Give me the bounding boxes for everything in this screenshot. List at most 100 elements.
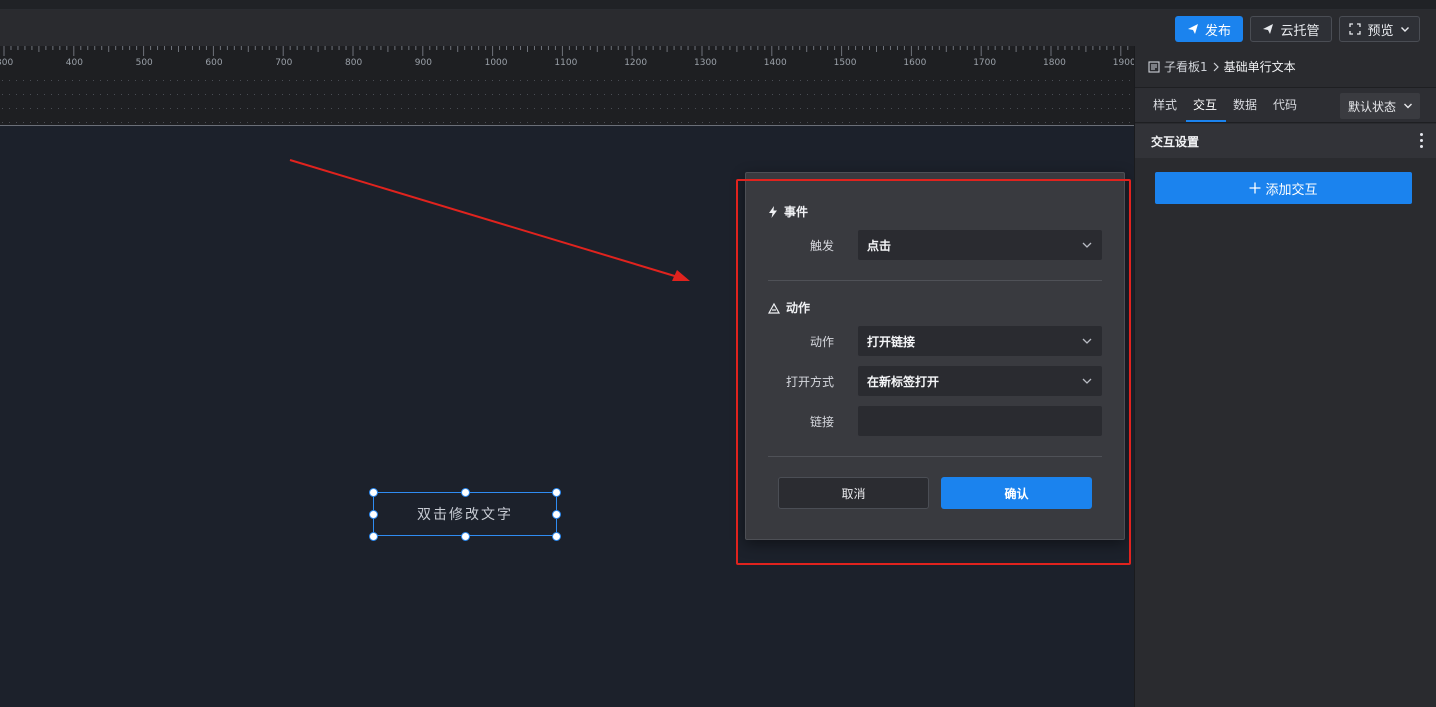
- state-select[interactable]: 默认状态: [1340, 93, 1420, 119]
- lightning-icon: [769, 205, 777, 218]
- ruler-dot: [919, 94, 920, 95]
- ruler-dot: [793, 80, 794, 81]
- tab-code[interactable]: 代码: [1273, 96, 1297, 113]
- ruler-dot: [492, 108, 493, 109]
- resize-handle-sw[interactable]: [369, 532, 378, 541]
- ruler-dot: [863, 80, 864, 81]
- resize-handle-s[interactable]: [461, 532, 470, 541]
- ruler-dot: [884, 80, 885, 81]
- ruler-dot: [828, 122, 829, 123]
- ruler-dot: [16, 80, 17, 81]
- ruler-dot: [37, 94, 38, 95]
- ruler-dot: [800, 80, 801, 81]
- action-select[interactable]: 打开链接: [858, 326, 1102, 356]
- ruler-dot: [198, 94, 199, 95]
- ruler-dot: [408, 94, 409, 95]
- interaction-settings-header: 交互设置: [1135, 124, 1436, 158]
- resize-handle-e[interactable]: [552, 510, 561, 519]
- ruler-dot: [1045, 108, 1046, 109]
- resize-handle-w[interactable]: [369, 510, 378, 519]
- ruler-dot: [16, 122, 17, 123]
- ruler-dot: [583, 108, 584, 109]
- ruler-dot: [786, 80, 787, 81]
- publish-button[interactable]: 发布: [1175, 16, 1243, 42]
- ruler-dot: [555, 94, 556, 95]
- ruler-dot: [968, 108, 969, 109]
- ruler-dot: [947, 94, 948, 95]
- trigger-select[interactable]: 点击: [858, 230, 1102, 260]
- breadcrumb-current: 基础单行文本: [1223, 60, 1296, 74]
- resize-handle-se[interactable]: [552, 532, 561, 541]
- tab-interaction[interactable]: 交互: [1193, 96, 1217, 113]
- ruler-dot: [870, 80, 871, 81]
- confirm-button[interactable]: 确认: [941, 477, 1092, 509]
- horizontal-ruler[interactable]: 300 400 500 600 700 800 900 1000 1100 1200 1300 140…: [0, 46, 1134, 126]
- ruler-dot: [268, 94, 269, 95]
- cancel-button[interactable]: 取消: [778, 477, 929, 509]
- ruler-dot: [121, 122, 122, 123]
- ruler-dot: [303, 94, 304, 95]
- link-input[interactable]: [858, 406, 1102, 436]
- breadcrumb-parent[interactable]: 子看板1: [1164, 58, 1208, 75]
- fullscreen-icon: [1349, 23, 1362, 35]
- resize-handle-n[interactable]: [461, 488, 470, 497]
- ruler-dot: [240, 122, 241, 123]
- more-options-icon[interactable]: [1420, 133, 1423, 148]
- ruler-dot: [709, 122, 710, 123]
- ruler-dot: [555, 80, 556, 81]
- ruler-dot: [443, 122, 444, 123]
- resize-handle-ne[interactable]: [552, 488, 561, 497]
- ruler-dot: [562, 94, 563, 95]
- ruler-dot: [226, 94, 227, 95]
- ruler-dot: [835, 94, 836, 95]
- ruler-dot: [275, 108, 276, 109]
- ruler-dot: [121, 80, 122, 81]
- ruler-dot: [100, 94, 101, 95]
- tab-style[interactable]: 样式: [1153, 96, 1177, 113]
- ruler-dot: [2, 80, 3, 81]
- ruler-dot: [513, 122, 514, 123]
- ruler-dot: [51, 122, 52, 123]
- ruler-dot: [772, 80, 773, 81]
- ruler-label: 500: [136, 58, 153, 68]
- ruler-dot: [142, 122, 143, 123]
- ruler-dot: [891, 122, 892, 123]
- ruler-dot: [37, 108, 38, 109]
- ruler-dot: [625, 108, 626, 109]
- ruler-dot: [492, 94, 493, 95]
- ruler-dot: [1066, 122, 1067, 123]
- ruler-dot: [485, 122, 486, 123]
- ruler-dot: [646, 80, 647, 81]
- ruler-dot: [975, 108, 976, 109]
- ruler-dot: [765, 94, 766, 95]
- add-interaction-button[interactable]: 添加交互: [1155, 172, 1412, 204]
- text-widget[interactable]: 双击修改文字: [369, 488, 561, 541]
- ruler-dot: [1024, 122, 1025, 123]
- ruler-dot: [828, 94, 829, 95]
- ruler-dot: [184, 108, 185, 109]
- ruler-dot: [212, 80, 213, 81]
- ruler-dot: [331, 80, 332, 81]
- plus-icon: [1249, 182, 1261, 194]
- ruler-dot: [156, 94, 157, 95]
- ruler-dot: [681, 94, 682, 95]
- cloud-hosting-button[interactable]: 云托管: [1250, 16, 1332, 42]
- resize-handle-nw[interactable]: [369, 488, 378, 497]
- preview-button[interactable]: 预览: [1339, 16, 1420, 42]
- ruler-dot: [219, 94, 220, 95]
- ruler-dot: [198, 108, 199, 109]
- cloud-hosting-label: 云托管: [1280, 23, 1320, 39]
- ruler-dot: [240, 80, 241, 81]
- tab-data[interactable]: 数据: [1233, 96, 1257, 113]
- chevron-down-icon: [1082, 378, 1092, 384]
- ruler-dot: [401, 108, 402, 109]
- ruler-dot: [1010, 94, 1011, 95]
- chevron-down-icon: [1082, 338, 1092, 344]
- ruler-dot: [660, 80, 661, 81]
- ruler-dot: [877, 122, 878, 123]
- ruler-dot: [345, 122, 346, 123]
- open-mode-select[interactable]: 在新标签打开: [858, 366, 1102, 396]
- ruler-dot: [751, 80, 752, 81]
- ruler-dot: [303, 80, 304, 81]
- ruler-dot: [506, 80, 507, 81]
